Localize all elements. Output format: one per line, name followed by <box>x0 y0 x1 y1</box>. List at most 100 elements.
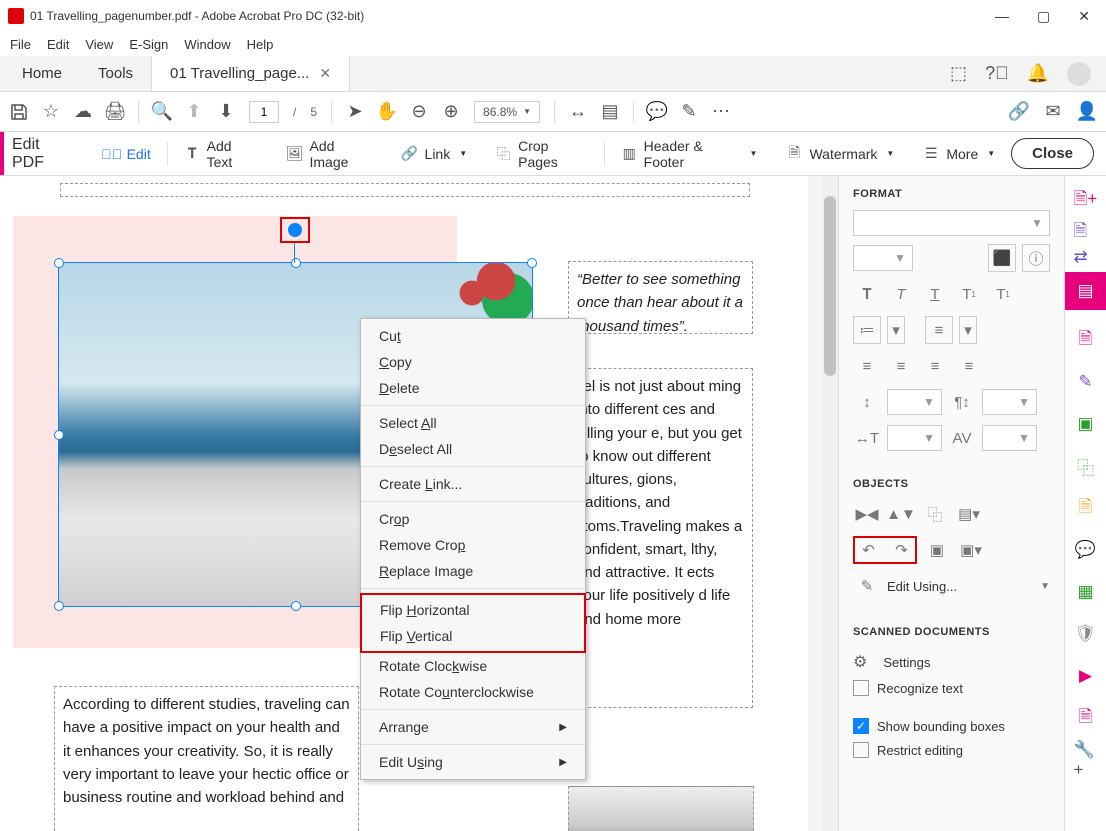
resize-handle-tl[interactable] <box>54 258 64 268</box>
rail-convert-icon[interactable]: 🗎 <box>1074 496 1098 520</box>
recognize-checkbox[interactable] <box>853 680 869 696</box>
close-window-button[interactable]: ✕ <box>1078 8 1090 25</box>
context-copy[interactable]: Copy <box>361 349 585 375</box>
profile-avatar[interactable] <box>1067 62 1091 86</box>
body-text-block[interactable]: vel is not just about ming into differen… <box>568 368 753 708</box>
context-flip-vertical[interactable]: Flip Vertical <box>362 623 584 649</box>
page-display-icon[interactable]: ▤ <box>601 103 619 121</box>
rail-combine-icon[interactable]: 🗎⇄ <box>1074 230 1098 254</box>
menu-window[interactable]: Window <box>184 37 230 52</box>
resize-handle-bm[interactable] <box>291 601 301 611</box>
rail-more-icon[interactable]: 🗎 <box>1074 706 1098 730</box>
flip-vertical-icon[interactable]: ▲▼ <box>887 500 915 528</box>
notifications-icon[interactable]: 🔔 <box>1027 63 1049 84</box>
add-text-tool[interactable]: 𝐓Add Text <box>172 132 270 175</box>
horizontal-scale-dropdown[interactable]: ▼ <box>887 425 942 451</box>
pointer-icon[interactable]: ➤ <box>346 103 364 121</box>
text-color-picker[interactable]: ⬛ <box>988 244 1016 272</box>
underline-icon[interactable]: T <box>921 280 949 308</box>
align-justify-icon[interactable]: ≡ <box>955 352 983 380</box>
rail-comment-icon[interactable]: 💬 <box>1074 538 1098 562</box>
char-spacing-dropdown[interactable]: ▼ <box>982 425 1037 451</box>
save-icon[interactable] <box>10 103 28 121</box>
prev-page-icon[interactable]: ⬆ <box>185 103 203 121</box>
restrict-checkbox[interactable] <box>853 742 869 758</box>
vertical-scrollbar[interactable] <box>822 176 838 831</box>
paragraph-spacing-icon[interactable]: ¶↕ <box>948 388 976 416</box>
number-list-more[interactable]: ▾ <box>959 316 977 344</box>
tab-tools[interactable]: Tools <box>80 56 151 91</box>
rail-scan-icon[interactable]: ▦ <box>1074 580 1098 604</box>
crop-object-icon[interactable]: ⿻ <box>921 500 949 528</box>
superscript-icon[interactable]: T1 <box>955 280 983 308</box>
email-icon[interactable]: ✉ <box>1044 103 1062 121</box>
zoom-in-icon[interactable]: ⊕ <box>442 103 460 121</box>
flip-horizontal-icon[interactable]: ▶◀ <box>853 500 881 528</box>
resize-handle-tm[interactable] <box>291 258 301 268</box>
edit-using-label[interactable]: Edit Using... <box>887 579 1034 594</box>
resize-handle-bl[interactable] <box>54 601 64 611</box>
arrange-front-icon[interactable]: ▣ <box>923 536 951 564</box>
menu-edit[interactable]: Edit <box>47 37 69 52</box>
rail-export-icon[interactable]: 🗎 <box>1074 328 1098 352</box>
context-select-all[interactable]: Select All <box>361 410 585 436</box>
context-create-link[interactable]: Create Link... <box>361 471 585 497</box>
watermark-tool[interactable]: 🗎Watermark▼ <box>773 132 906 175</box>
rotate-ccw-icon[interactable]: ↶ <box>862 541 875 559</box>
show-bounding-row[interactable]: ✓ Show bounding boxes <box>853 714 1050 738</box>
arrange-back-icon[interactable]: ▣▾ <box>957 536 985 564</box>
rail-organize-icon[interactable]: ▣ <box>1074 412 1098 436</box>
share-icon[interactable]: ⬚ <box>950 63 967 84</box>
align-left-icon[interactable]: ≡ <box>853 352 881 380</box>
align-center-icon[interactable]: ≡ <box>887 352 915 380</box>
comment-icon[interactable]: 💬 <box>648 103 666 121</box>
italic-icon[interactable]: T <box>887 280 915 308</box>
sign-in-icon[interactable]: 👤 <box>1078 103 1096 121</box>
crop-tool[interactable]: ⿻Crop Pages <box>483 132 600 175</box>
context-deselect-all[interactable]: Deselect All <box>361 436 585 462</box>
context-remove-crop[interactable]: Remove Crop <box>361 532 585 558</box>
number-list-icon[interactable]: ≡ <box>925 316 953 344</box>
rotation-handle-highlight[interactable] <box>280 217 310 243</box>
rail-protect-icon[interactable]: 🛡 <box>1074 622 1098 646</box>
bold-icon[interactable]: 𝐓 <box>853 280 881 308</box>
text-info-button[interactable]: ⓘ <box>1022 244 1050 272</box>
restrict-editing-row[interactable]: Restrict editing <box>853 738 1050 762</box>
align-objects-icon[interactable]: ▤▾ <box>955 500 983 528</box>
context-replace-image[interactable]: Replace Image <box>361 558 585 584</box>
edit-tool[interactable]: ✎⃞Edit <box>91 132 163 175</box>
document-canvas[interactable]: “Better to see something once than hear … <box>0 176 838 831</box>
line-spacing-icon[interactable]: ↕ <box>853 388 881 416</box>
line-spacing-dropdown[interactable]: ▼ <box>887 389 942 415</box>
maximize-button[interactable]: ▢ <box>1037 8 1050 25</box>
page-number-input[interactable] <box>249 101 279 123</box>
fit-width-icon[interactable]: ↔ <box>569 103 587 121</box>
rail-edit-pdf-icon[interactable]: ▤ <box>1065 272 1106 310</box>
header-footer-tool[interactable]: ▥Header & Footer▼ <box>609 132 770 175</box>
tab-document[interactable]: 01 Travelling_page... ✕ <box>151 56 350 91</box>
tab-home[interactable]: Home <box>4 56 80 91</box>
hand-icon[interactable]: ✋ <box>378 103 396 121</box>
bottom-text-block[interactable]: According to different studies, travelin… <box>54 686 359 831</box>
char-spacing-icon[interactable]: AV <box>948 424 976 452</box>
bullet-list-more[interactable]: ▾ <box>887 316 905 344</box>
subscript-icon[interactable]: T1 <box>989 280 1017 308</box>
rail-compress-icon[interactable]: ⿻ <box>1074 454 1098 478</box>
highlight-icon[interactable]: ✎ <box>680 103 698 121</box>
context-cut[interactable]: Cut <box>361 323 585 349</box>
more-tool[interactable]: ☰More▼ <box>910 132 1007 175</box>
context-delete[interactable]: Delete <box>361 375 585 401</box>
recognize-text-row[interactable]: Recognize text <box>853 676 1050 700</box>
print-icon[interactable]: 🖨 <box>106 103 124 121</box>
context-edit-using[interactable]: Edit Using▶ <box>361 749 585 775</box>
align-right-icon[interactable]: ≡ <box>921 352 949 380</box>
font-family-dropdown[interactable]: ▼ <box>853 210 1050 236</box>
scrollbar-thumb[interactable] <box>824 196 836 376</box>
menu-view[interactable]: View <box>85 37 113 52</box>
link-tool-icon[interactable]: 🔗 <box>1010 103 1028 121</box>
find-icon[interactable]: 🔍 <box>153 103 171 121</box>
zoom-dropdown[interactable]: 86.8%▼ <box>474 101 540 123</box>
zoom-out-icon[interactable]: ⊖ <box>410 103 428 121</box>
context-crop[interactable]: Crop <box>361 506 585 532</box>
settings-row[interactable]: ⚙ Settings <box>853 648 1050 676</box>
